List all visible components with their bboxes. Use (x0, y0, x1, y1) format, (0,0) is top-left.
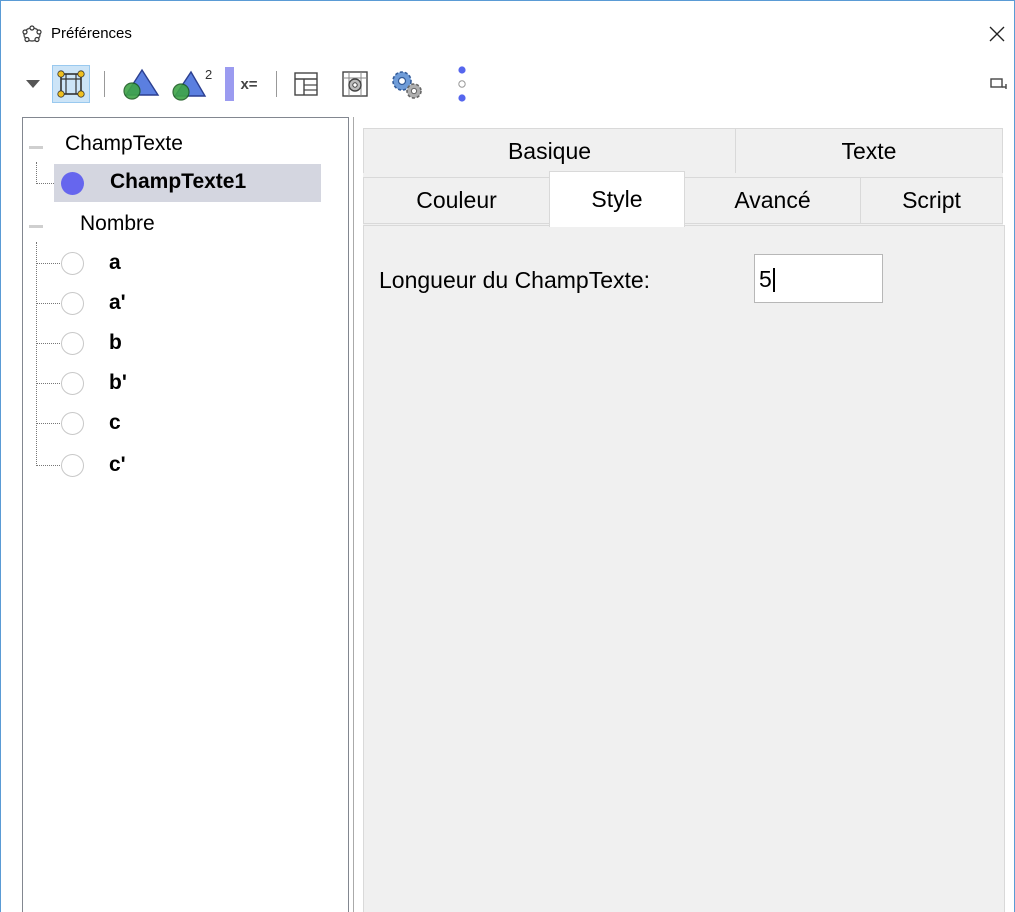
tree-item-b[interactable]: b (109, 331, 122, 355)
svg-text:2: 2 (205, 67, 212, 82)
length-input[interactable]: 5 (754, 254, 883, 303)
advanced-settings-button[interactable] (383, 65, 431, 103)
tree-item-a-prime[interactable]: a' (109, 291, 126, 315)
tree-connector (36, 183, 54, 184)
tree-connector (36, 423, 60, 424)
length-label: Longueur du ChampTexte: (379, 267, 651, 293)
tab-couleur-label: Couleur (416, 187, 497, 213)
tree-connector (36, 383, 60, 384)
tree-item-c-prime[interactable]: c' (109, 453, 126, 477)
close-icon (989, 26, 1005, 42)
pyramid-squared-icon: 2 (172, 67, 212, 101)
algebra-icon: x= (240, 75, 258, 93)
visibility-dot-b-prime[interactable] (61, 372, 84, 395)
collapse-toggle-champtexte[interactable] (29, 146, 43, 149)
tab-avance[interactable]: Avancé (684, 177, 861, 224)
window-title: Préférences (51, 25, 132, 42)
toolbar: 2 x= (1, 59, 1014, 109)
visibility-dot-champtexte1[interactable] (61, 172, 84, 195)
object-tree[interactable]: ChampTexte ChampTexte1 Nombre a a' b b' … (22, 117, 349, 912)
tab-style-label: Style (591, 186, 643, 212)
tab-script[interactable]: Script (860, 177, 1003, 224)
tab-couleur[interactable]: Couleur (363, 177, 550, 224)
tab-style[interactable]: Style (549, 171, 685, 227)
more-button[interactable] (449, 65, 475, 103)
tree-item-label-champtexte1[interactable]: ChampTexte1 (110, 170, 246, 194)
tree-connector (36, 303, 60, 304)
undock-icon (990, 78, 1007, 89)
tree-connector (36, 465, 60, 466)
more-vertical-icon (458, 66, 466, 102)
tree-item-c[interactable]: c (109, 411, 121, 435)
gears-icon (392, 71, 422, 99)
tree-item-b-prime[interactable]: b' (109, 371, 127, 395)
visibility-dot-c[interactable] (61, 412, 84, 435)
tree-group-nombre[interactable]: Nombre (80, 212, 155, 236)
graphics-3d-2-button[interactable]: 2 (166, 65, 216, 103)
length-input-value: 5 (759, 266, 772, 292)
tree-connector (36, 343, 60, 344)
tab-script-label: Script (902, 187, 961, 213)
visibility-dot-c-prime[interactable] (61, 454, 84, 477)
visibility-dot-b[interactable] (61, 332, 84, 355)
toolbar-separator (104, 71, 105, 97)
triangle-down-icon (26, 80, 40, 88)
collapse-toggle-nombre[interactable] (29, 225, 43, 228)
algebra-settings-button[interactable]: x= (234, 65, 264, 103)
close-button[interactable] (979, 17, 1015, 51)
tree-connector (36, 242, 37, 466)
title-bar: Préférences (1, 1, 1014, 59)
tree-group-champtexte[interactable]: ChampTexte (65, 132, 183, 156)
graphics-view-icon (57, 70, 85, 98)
visibility-dot-a[interactable] (61, 252, 84, 275)
tab-texte[interactable]: Texte (735, 128, 1003, 173)
graphics-3d-button[interactable] (117, 65, 163, 103)
tree-connector (36, 162, 37, 184)
tab-basique[interactable]: Basique (363, 128, 736, 173)
tree-connector (36, 263, 60, 264)
style-tab-panel (363, 225, 1005, 912)
tab-avance-label: Avancé (734, 187, 811, 213)
algebra-indicator-bar (225, 67, 234, 101)
undock-button[interactable] (986, 65, 1012, 103)
text-caret (772, 267, 775, 292)
graphics-settings-button[interactable] (52, 65, 90, 103)
pyramid-icon (123, 68, 160, 100)
preferences-window: Préférences 2 x= ChampTexte ChampTexte1 … (0, 0, 1015, 912)
graphics-settings-icon (342, 71, 368, 97)
layout-icon (294, 72, 318, 96)
panel-splitter[interactable] (353, 117, 354, 912)
geogebra-logo-icon (22, 25, 42, 43)
toolbar-separator (276, 71, 277, 97)
tree-item-a[interactable]: a (109, 251, 121, 275)
layout-settings-button[interactable] (288, 65, 324, 103)
object-dropdown-button[interactable] (21, 65, 45, 103)
tab-texte-label: Texte (841, 137, 897, 164)
visibility-dot-a-prime[interactable] (61, 292, 84, 315)
tab-basique-label: Basique (507, 137, 592, 164)
graphics-2-settings-button[interactable] (335, 65, 375, 103)
